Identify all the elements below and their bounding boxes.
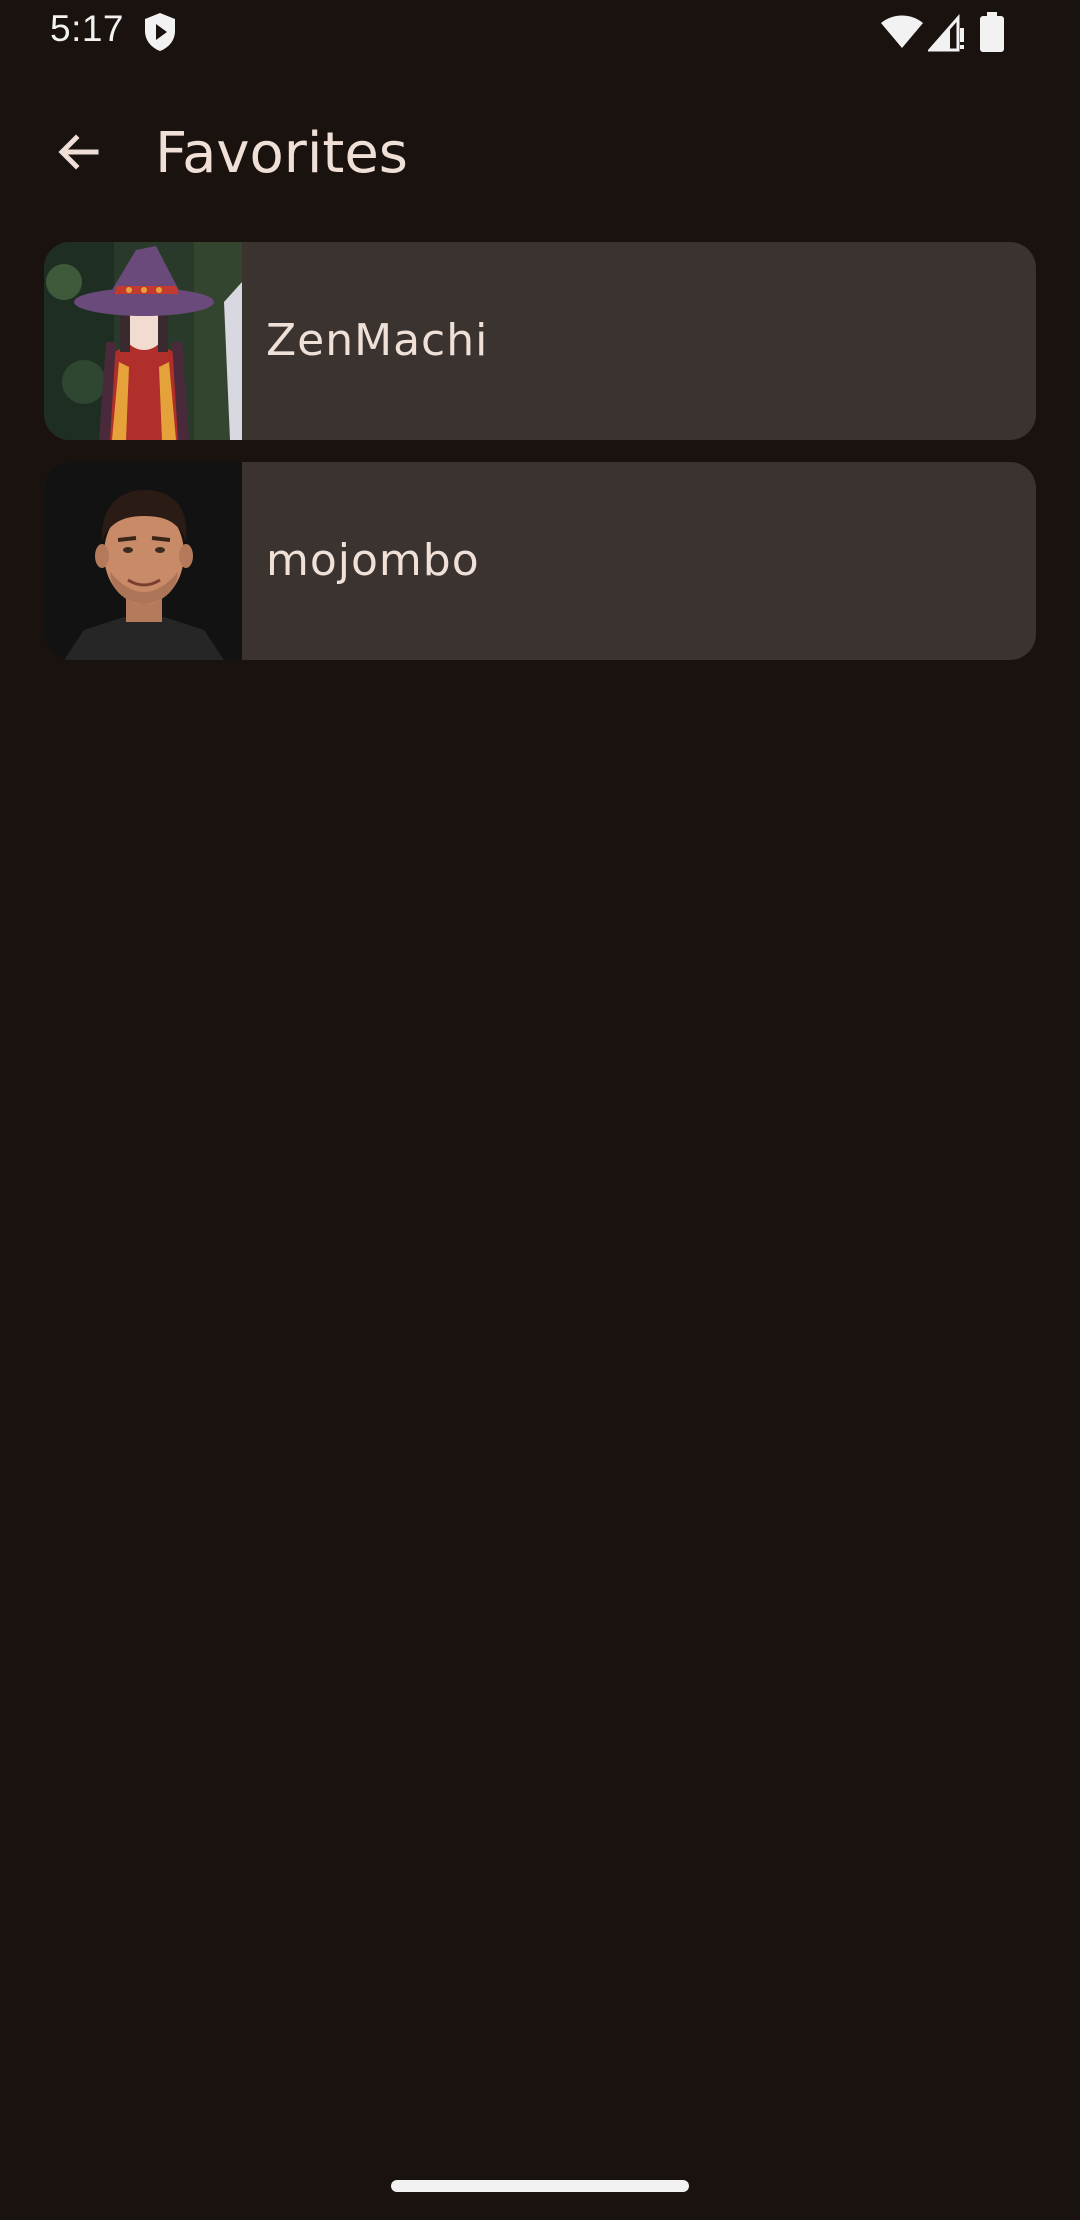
status-time: 5:17	[50, 8, 125, 49]
favorite-item-mojombo[interactable]: mojombo	[44, 462, 1036, 660]
arrow-back-icon	[58, 134, 99, 170]
avatar	[44, 242, 242, 440]
app-bar: Favorites	[0, 100, 1080, 208]
battery-icon	[980, 12, 1004, 52]
gesture-nav-handle[interactable]	[391, 2180, 689, 2192]
signal-icon	[928, 14, 964, 52]
avatar	[44, 462, 242, 660]
favorites-screen: 5:17 Favorites ZenMachi mojombo	[0, 0, 1080, 2220]
wifi-icon	[881, 15, 923, 48]
status-bar: 5:17	[0, 0, 1080, 66]
favorites-list: ZenMachi mojombo	[44, 242, 1036, 682]
favorite-name: mojombo	[266, 535, 480, 586]
favorite-item-zenmachi[interactable]: ZenMachi	[44, 242, 1036, 440]
page-title: Favorites	[155, 121, 408, 186]
favorite-name: ZenMachi	[266, 315, 489, 366]
man-portrait-avatar	[44, 462, 242, 660]
back-button[interactable]	[40, 114, 116, 190]
anime-witch-avatar	[44, 242, 242, 440]
shield-play-icon	[145, 13, 175, 51]
